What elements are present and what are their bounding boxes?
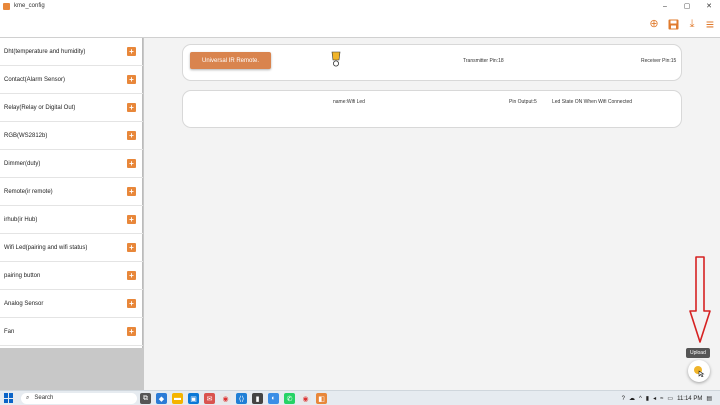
volume-icon[interactable]: ◂ (653, 395, 656, 402)
taskbar-search[interactable]: ⌕ Search (21, 392, 137, 404)
maximize-button[interactable]: ▢ (676, 0, 698, 12)
notification-icon[interactable]: ▤ (706, 395, 712, 402)
wifi-led-name: name:Wifi Led (333, 99, 365, 105)
add-icon[interactable]: + (127, 159, 136, 168)
whatsapp-icon[interactable]: ✆ (284, 393, 295, 404)
cloud-icon[interactable]: ☁ (629, 395, 635, 402)
chrome-icon[interactable]: ◉ (220, 393, 231, 404)
sidebar-item-label: irhub(ir Hub) (4, 216, 38, 223)
wifi-led-card: name:Wifi Led Pin Output:5 Led State ON … (182, 90, 682, 128)
sidebar-item-label: Dht(temperature and humidity) (4, 48, 86, 55)
search-label: Search (34, 395, 54, 401)
ir-remote-card: Universal IR Remote. Transmitter Pin:18 … (182, 44, 682, 81)
window-title: kme_config (14, 3, 45, 9)
sidebar-item-label: Analog Sensor (4, 300, 44, 307)
add-icon[interactable]: + (127, 327, 136, 336)
clock[interactable]: 11:14 PM (677, 396, 702, 402)
sidebar-item-label: Remote(ir remote) (4, 188, 53, 195)
receiver-pin: Receiver Pin:15 (641, 58, 677, 64)
title-bar: kme_config – ▢ ✕ (0, 0, 720, 12)
mail-icon[interactable]: ✉ (204, 393, 215, 404)
sidebar-item-remote[interactable]: Remote(ir remote) + (0, 178, 143, 206)
taskbar: ⌕ Search ⧉ ◆ ▬ ▣ ✉ ◉ ⟨⟩ ▮ ◐ ✆ ◉ ◧ ? ☁ ^ … (0, 390, 720, 405)
upload-icon (694, 366, 705, 377)
add-circle-icon[interactable]: ⊕ (647, 17, 661, 31)
upload-button[interactable] (688, 360, 710, 382)
edge-icon[interactable]: ◐ (268, 393, 279, 404)
sidebar-item-label: Fan (4, 328, 15, 335)
sidebar-item-contact[interactable]: Contact(Alarm Sensor) + (0, 66, 143, 94)
sidebar-item-label: pairing button (4, 272, 41, 279)
app-toolbar: ⊕ ⤓ ≡ (0, 12, 720, 38)
sidebar-item-dimmer[interactable]: Dimmer(duty) + (0, 150, 143, 178)
sidebar-item-label: Contact(Alarm Sensor) (4, 76, 66, 83)
sidebar-item-label: Relay(Relay or Digital Out) (4, 104, 76, 111)
add-icon[interactable]: + (127, 103, 136, 112)
sidebar-item-analog-sensor[interactable]: Analog Sensor + (0, 290, 143, 318)
add-icon[interactable]: + (127, 243, 136, 252)
sidebar-item-label: Wifi Led(pairing and wifi status) (4, 244, 88, 251)
bulb-icon (331, 51, 341, 67)
sidebar-item-label: Dimmer(duty) (4, 160, 41, 167)
add-icon[interactable]: + (127, 47, 136, 56)
search-icon: ⌕ (26, 394, 30, 401)
file-explorer-icon[interactable]: ▬ (172, 393, 183, 404)
kme-config-taskbar-icon[interactable]: ◧ (316, 393, 327, 404)
upload-tooltip: Upload (686, 348, 710, 358)
mic-icon[interactable]: ▮ (646, 395, 649, 402)
red-arrow-annotation (689, 256, 711, 343)
sidebar-item-irhub[interactable]: irhub(ir Hub) + (0, 206, 143, 234)
sidebar-item-dht[interactable]: Dht(temperature and humidity) + (0, 38, 143, 66)
add-icon[interactable]: + (127, 187, 136, 196)
taskbar-apps: ⧉ ◆ ▬ ▣ ✉ ◉ ⟨⟩ ▮ ◐ ✆ ◉ ◧ (140, 393, 327, 404)
add-icon[interactable]: + (127, 75, 136, 84)
add-icon[interactable]: + (127, 215, 136, 224)
vscode-icon[interactable]: ⟨⟩ (236, 393, 247, 404)
sidebar-item-wifi-led[interactable]: Wifi Led(pairing and wifi status) + (0, 234, 143, 262)
app-icon-1[interactable]: ◆ (156, 393, 167, 404)
sidebar-item-fan[interactable]: Fan + (0, 318, 143, 346)
sidebar-item-relay[interactable]: Relay(Relay or Digital Out) + (0, 94, 143, 122)
transmitter-pin: Transmitter Pin:18 (463, 58, 504, 64)
terminal-icon[interactable]: ▮ (252, 393, 263, 404)
sidebar-item-rgb[interactable]: RGB(WS2812b) + (0, 122, 143, 150)
windows-start-icon[interactable] (4, 393, 14, 403)
save-icon[interactable] (666, 17, 680, 31)
download-icon[interactable]: ⤓ (685, 17, 699, 31)
wifi-icon[interactable]: ≈ (660, 396, 663, 402)
add-icon[interactable]: + (127, 131, 136, 140)
universal-ir-remote-button[interactable]: Universal IR Remote. (190, 52, 271, 69)
window-controls: – ▢ ✕ (654, 0, 720, 12)
add-icon[interactable]: + (127, 271, 136, 280)
battery-icon[interactable]: ▭ (667, 395, 673, 402)
pin-output: Pin Output:5 (509, 99, 537, 105)
sidebar-item-pairing-button[interactable]: pairing button + (0, 262, 143, 290)
app-icon (3, 2, 10, 10)
minimize-button[interactable]: – (654, 0, 676, 12)
task-view-icon[interactable]: ⧉ (140, 393, 151, 404)
chevron-up-icon[interactable]: ^ (639, 396, 642, 402)
led-state: Led State ON When Wifi Connected (552, 99, 633, 105)
help-icon[interactable]: ? (622, 396, 625, 402)
chrome-icon-2[interactable]: ◉ (300, 393, 311, 404)
menu-icon[interactable]: ≡ (703, 17, 717, 31)
add-icon[interactable]: + (127, 299, 136, 308)
system-tray: ? ☁ ^ ▮ ◂ ≈ ▭ 11:14 PM ▤ (622, 393, 712, 404)
sidebar-item-label: RGB(WS2812b) (4, 132, 48, 139)
close-button[interactable]: ✕ (698, 0, 720, 12)
store-icon[interactable]: ▣ (188, 393, 199, 404)
component-sidebar: Dht(temperature and humidity) + Contact(… (0, 38, 143, 348)
